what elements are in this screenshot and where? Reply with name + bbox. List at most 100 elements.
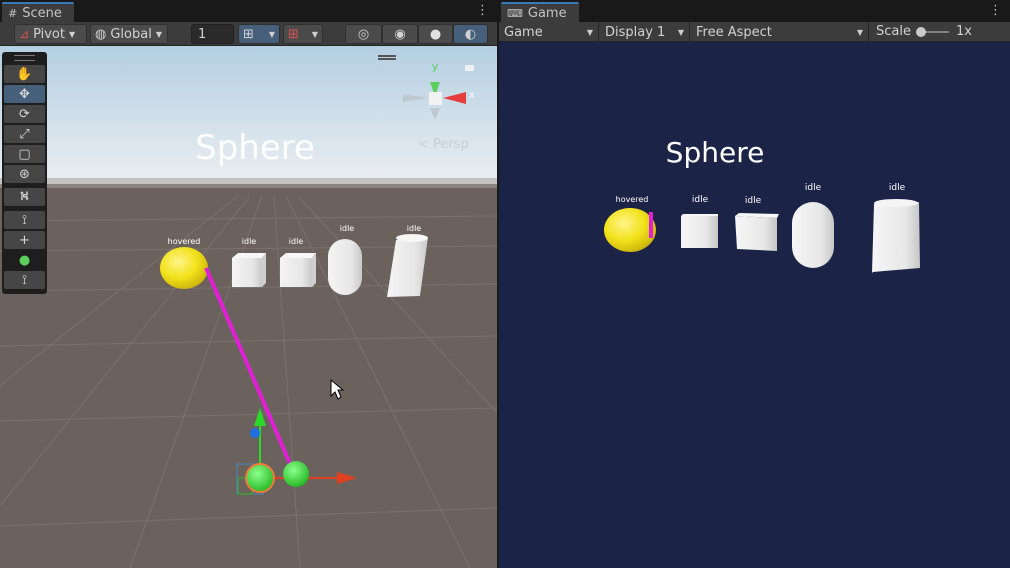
move-tool-button[interactable]: ✥ bbox=[4, 85, 45, 103]
chevron-down-icon: ▼ bbox=[311, 29, 318, 39]
snap-increment-icon: ⊞ bbox=[288, 26, 299, 42]
path-2-icon: ⟟ bbox=[22, 272, 27, 288]
rect-tool-button[interactable]: ▢ bbox=[4, 145, 45, 163]
chevron-down-icon: ▼ bbox=[856, 27, 863, 37]
scale-slider-handle[interactable] bbox=[916, 27, 926, 37]
transform-tool-button[interactable]: ⊛ bbox=[4, 165, 45, 183]
scene-label-idle-1: idle bbox=[241, 237, 257, 246]
shaded-wireframe-button[interactable]: ◉ bbox=[382, 24, 418, 44]
scene-label-hovered: hovered bbox=[167, 237, 201, 246]
chevron-down-icon: ▼ bbox=[677, 27, 684, 37]
tool-palette: ✋ ✥ ⟳ ⤢ ▢ ⊛ ⛕ ⟟ + ● ⟟ bbox=[2, 52, 47, 294]
display-label: Display 1 bbox=[605, 24, 666, 40]
rotate-icon: ⟳ bbox=[19, 106, 30, 122]
game-viewport[interactable]: Sphere hovered idle idle idle idle bbox=[499, 42, 1010, 568]
global-label: Global bbox=[110, 26, 152, 42]
game-panel: ⌨ Game ⋮ Game ▼ Display 1 ▼ Free Aspect … bbox=[499, 0, 1010, 568]
grid-snap-icon: ⊞ bbox=[243, 26, 254, 42]
game-label-hovered: hovered bbox=[615, 195, 649, 204]
grid-icon: # bbox=[8, 6, 18, 20]
scene-menu-icon[interactable]: ⋮ bbox=[476, 3, 489, 18]
path-icon: ⟟ bbox=[22, 212, 27, 228]
palette-handle[interactable] bbox=[14, 55, 35, 61]
game-menu-icon[interactable]: ⋮ bbox=[989, 3, 1002, 18]
game-mode-dropdown[interactable]: Game ▼ bbox=[499, 22, 599, 42]
horizon-haze bbox=[0, 178, 497, 188]
rect-icon: ▢ bbox=[18, 146, 31, 162]
game-cube-2[interactable] bbox=[735, 213, 779, 251]
globe-icon: ◍ bbox=[95, 26, 107, 42]
game-cylinder[interactable] bbox=[872, 199, 920, 273]
aspect-label: Free Aspect bbox=[696, 24, 772, 40]
scene-label-idle-3: idle bbox=[339, 224, 355, 233]
increment-snap-toggle[interactable]: ⊞ ▼ bbox=[283, 24, 323, 44]
grid-snap-toggle[interactable]: ⊞ ▼ bbox=[238, 24, 280, 44]
gamepad-icon: ⌨ bbox=[507, 6, 523, 20]
scene-tab-label: Scene bbox=[22, 5, 62, 21]
capsule[interactable] bbox=[328, 239, 362, 295]
scene-tab[interactable]: # Scene bbox=[2, 2, 74, 22]
scale-value: 1x bbox=[956, 24, 972, 39]
game-label-idle-3: idle bbox=[804, 183, 822, 193]
hand-icon: ✋ bbox=[16, 66, 33, 82]
rotate-tool-button[interactable]: ⟳ bbox=[4, 105, 45, 123]
hovered-sphere[interactable] bbox=[160, 247, 208, 289]
game-toolbar: Game ▼ Display 1 ▼ Free Aspect ▼ Scale 1… bbox=[499, 22, 1010, 42]
path-tool-button[interactable]: ⟟ bbox=[4, 211, 45, 229]
scene-canvas bbox=[0, 46, 497, 568]
pivot-label: Pivot bbox=[33, 26, 65, 42]
gizmo-y-label: y bbox=[431, 60, 439, 73]
scene-tabbar: # Scene ⋮ bbox=[0, 0, 497, 22]
game-canvas bbox=[604, 199, 920, 273]
game-cube-1[interactable] bbox=[681, 214, 718, 248]
hand-tool-button[interactable]: ✋ bbox=[4, 65, 45, 83]
grid-size-field[interactable]: 1 bbox=[191, 24, 234, 44]
cube-2[interactable] bbox=[280, 253, 316, 287]
shaded-button[interactable]: ● bbox=[418, 24, 453, 44]
custom-tool-button[interactable]: ⛕ bbox=[4, 188, 45, 206]
scale-icon: ⤢ bbox=[19, 126, 30, 142]
scale-tool-button[interactable]: ⤢ bbox=[4, 125, 45, 143]
scale-label: Scale bbox=[876, 24, 911, 39]
wireframe-shading-button[interactable]: ◎ bbox=[345, 24, 382, 44]
path-tool-2-button[interactable]: ⟟ bbox=[4, 271, 45, 289]
global-dropdown[interactable]: ◍ Global ▼ bbox=[90, 24, 168, 44]
game-world-label: Sphere bbox=[665, 136, 765, 169]
game-label-idle-1: idle bbox=[691, 195, 709, 205]
game-hover-ray bbox=[649, 212, 653, 238]
pivot-icon: ⊿ bbox=[19, 27, 30, 41]
gizmo-x-label: x bbox=[469, 90, 475, 101]
grid-size-value: 1 bbox=[198, 26, 207, 42]
unlit-button[interactable]: ◐ bbox=[453, 24, 488, 44]
shaded-sphere-icon: ● bbox=[429, 26, 442, 42]
drag-handle-icon[interactable] bbox=[378, 55, 396, 57]
chevron-down-icon: ▼ bbox=[68, 29, 76, 39]
cube-1[interactable] bbox=[232, 253, 266, 287]
custom-editor-icon: ⛕ bbox=[19, 188, 30, 204]
chevron-down-icon: ▼ bbox=[155, 29, 162, 39]
pivot-dropdown[interactable]: ⊿ Pivot ▼ bbox=[14, 24, 87, 44]
scene-viewport[interactable]: y x Sphere hovered idle idle idle idle bbox=[0, 46, 497, 568]
aspect-dropdown[interactable]: Free Aspect ▼ bbox=[691, 22, 869, 42]
game-tabbar: ⌨ Game ⋮ bbox=[499, 0, 1010, 22]
lock-icon[interactable] bbox=[465, 65, 474, 71]
sphere-tool-button[interactable]: ● bbox=[4, 251, 45, 269]
projection-toggle[interactable]: < Persp bbox=[418, 137, 469, 152]
scene-label-idle-4: idle bbox=[406, 224, 422, 233]
unlit-sphere-icon: ◐ bbox=[464, 26, 477, 42]
game-tab[interactable]: ⌨ Game bbox=[501, 2, 579, 22]
game-hovered-sphere[interactable] bbox=[604, 208, 656, 252]
shaded-wireframe-icon: ◉ bbox=[394, 26, 406, 42]
scene-label-idle-2: idle bbox=[288, 237, 304, 246]
game-tab-label: Game bbox=[527, 5, 567, 21]
green-sphere-icon: ● bbox=[18, 252, 31, 268]
game-label-idle-2: idle bbox=[744, 196, 762, 206]
add-tool-button[interactable]: + bbox=[4, 231, 45, 249]
scene-world-label: Sphere bbox=[195, 128, 315, 168]
game-label-idle-4: idle bbox=[888, 183, 906, 193]
game-capsule[interactable] bbox=[792, 202, 834, 268]
transform-icon: ⊛ bbox=[19, 166, 30, 182]
scene-toolbar: ⊿ Pivot ▼ ◍ Global ▼ 1 ⊞ ▼ ⊞ ▼ ◎ ◉ ● ◐ bbox=[0, 22, 497, 46]
display-dropdown[interactable]: Display 1 ▼ bbox=[600, 22, 690, 42]
chevron-down-icon: ▼ bbox=[586, 27, 593, 37]
